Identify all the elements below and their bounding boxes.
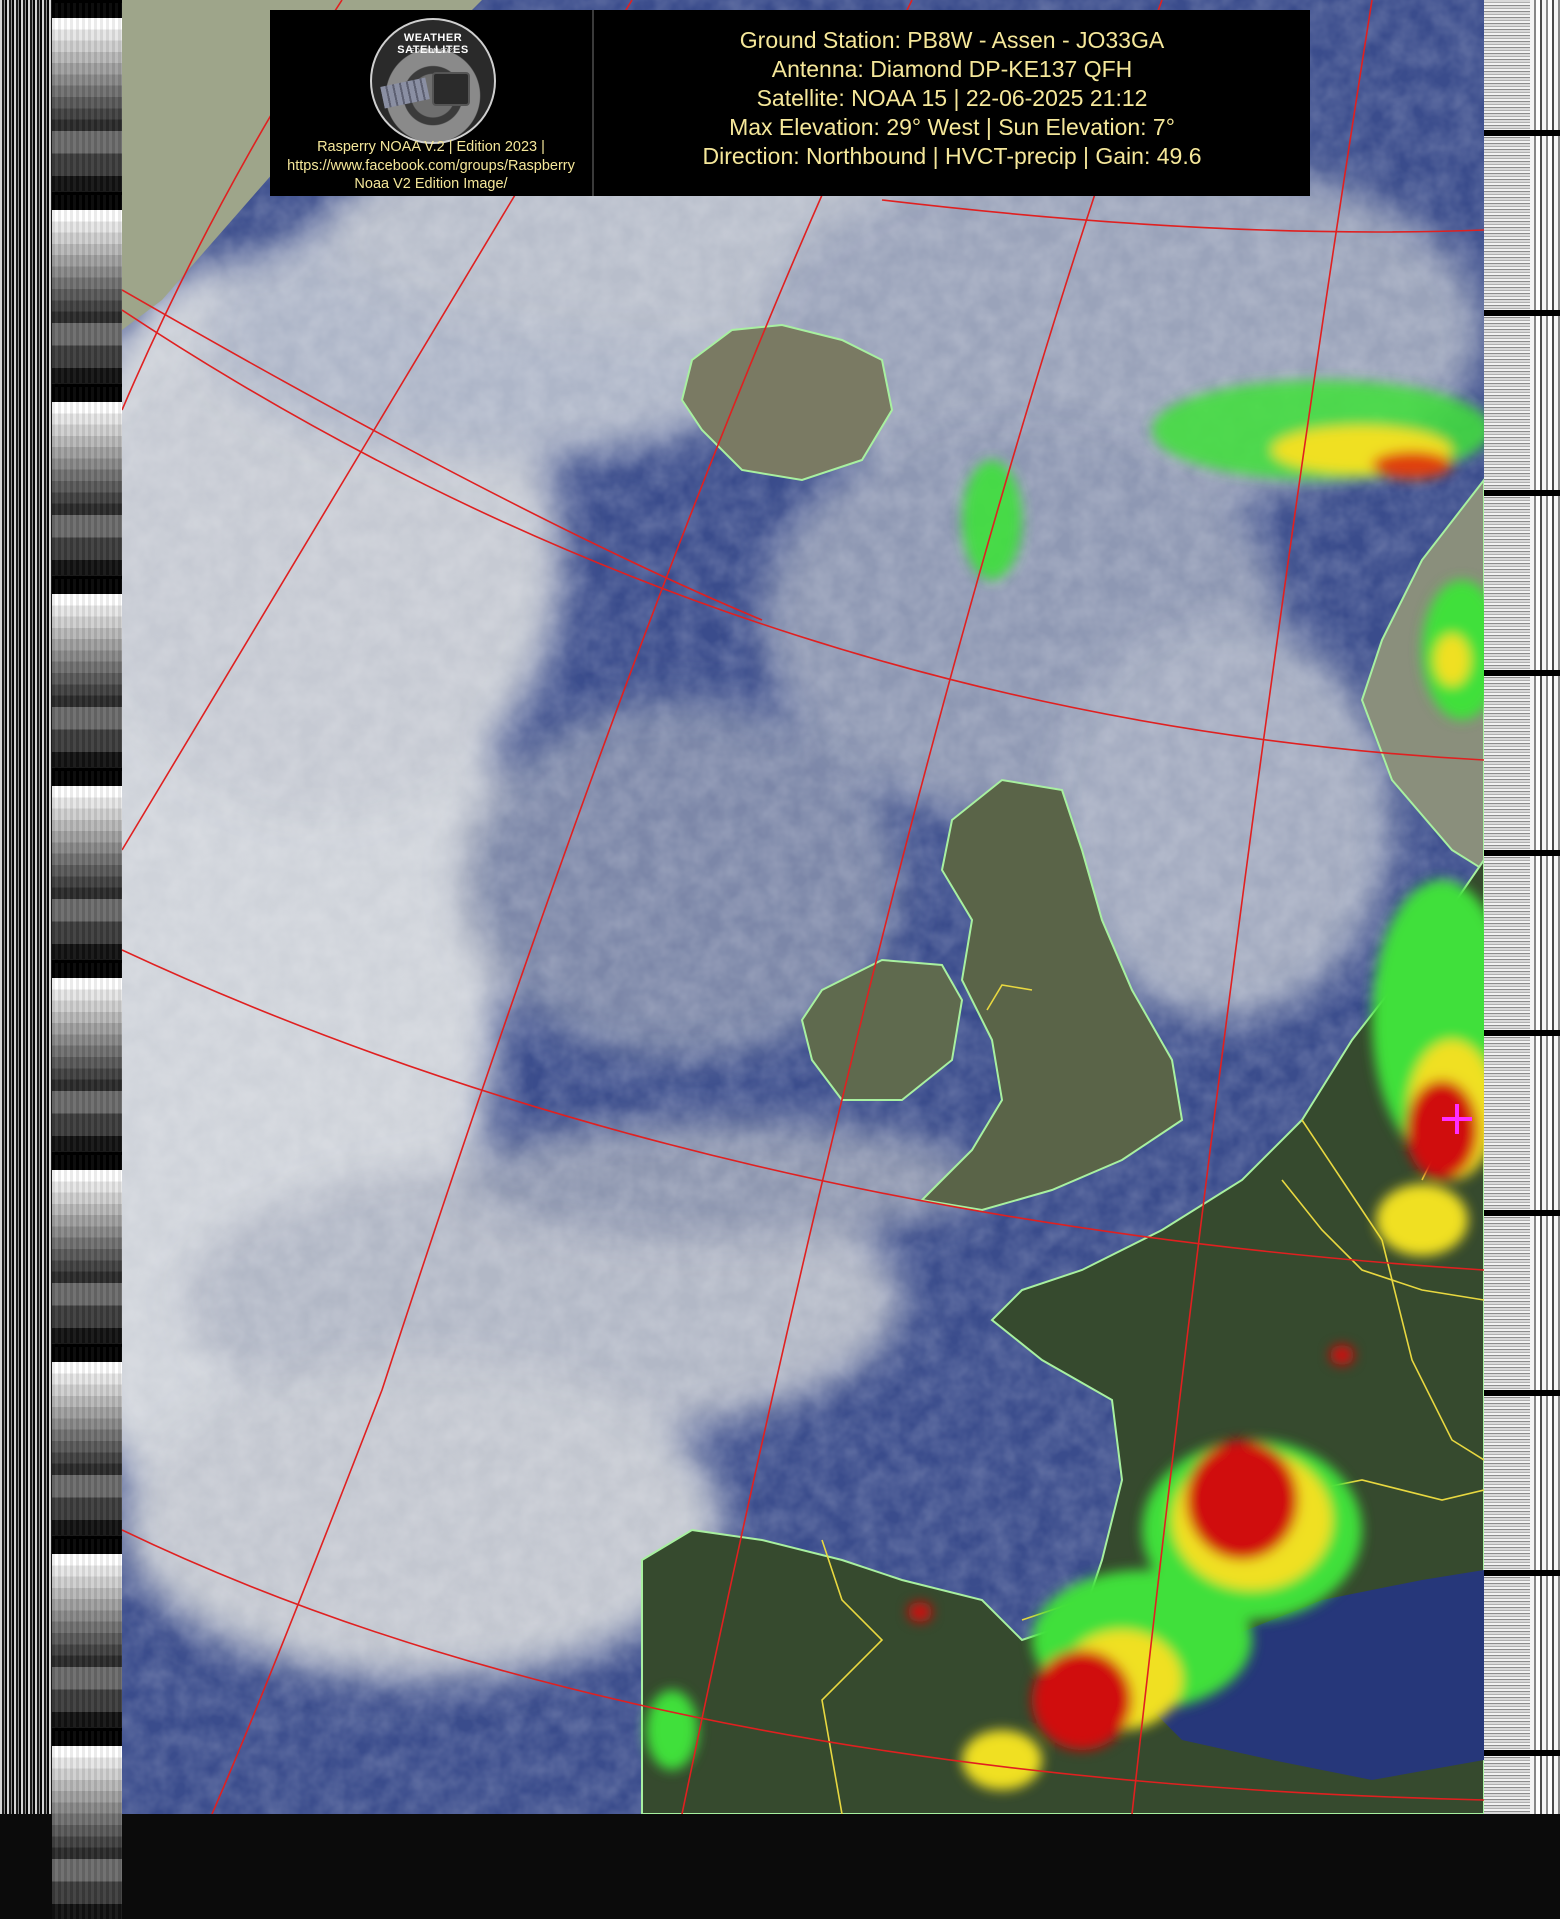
telemetry-marker <box>1484 490 1560 496</box>
solar-panel-icon <box>380 77 430 109</box>
telemetry-wedges-left <box>52 0 122 1919</box>
telemetry-marker <box>1484 1390 1560 1396</box>
telemetry-wedge <box>52 0 122 191</box>
satellite-image <box>122 0 1484 1814</box>
telemetry-wedge <box>52 1728 122 1919</box>
telemetry-marker <box>1484 1030 1560 1036</box>
telemetry-wedge <box>52 192 122 383</box>
telemetry-marker <box>1484 850 1560 856</box>
telemetry-wedge <box>52 1536 122 1727</box>
telemetry-marker <box>1484 1750 1560 1756</box>
elevation-line: Max Elevation: 29° West | Sun Elevation:… <box>729 114 1175 140</box>
caption-line: Noaa V2 Edition Image/ <box>354 176 508 192</box>
pass-info-header: WEATHER SATELLITES EDITION 2023 Rasperry… <box>270 10 1310 196</box>
telemetry-noise <box>1484 0 1530 1814</box>
ground-station-line: Ground Station: PB8W - Assen - JO33GA <box>739 27 1165 53</box>
station-info: Ground Station: PB8W - Assen - JO33GA An… <box>594 26 1310 171</box>
telemetry-marker <box>1484 130 1560 136</box>
caption-line: Rasperry NOAA V.2 | Edition 2023 | <box>317 139 545 155</box>
sync-bars-right <box>1530 0 1560 1814</box>
satellite-line: Satellite: NOAA 15 | 22-06-2025 21:12 <box>756 85 1148 111</box>
antenna-line: Antenna: Diamond DP-KE137 QFH <box>771 56 1133 82</box>
telemetry-marker <box>1484 670 1560 676</box>
weather-satellites-badge-icon: WEATHER SATELLITES EDITION 2023 <box>370 18 496 144</box>
telemetry-wedge <box>52 768 122 959</box>
telemetry-wedge <box>52 384 122 575</box>
telemetry-marker <box>1484 1210 1560 1216</box>
telemetry-wedge <box>52 960 122 1151</box>
direction-line: Direction: Northbound | HVCT-precip | Ga… <box>702 143 1202 169</box>
telemetry-wedge <box>52 1344 122 1535</box>
telemetry-wedge <box>52 1152 122 1343</box>
sync-strip-left <box>0 0 52 1814</box>
caption-link[interactable]: https://www.facebook.com/groups/Raspberr… <box>270 157 592 176</box>
logo-caption: Rasperry NOAA V.2 | Edition 2023 | https… <box>270 138 592 194</box>
telemetry-marker <box>1484 310 1560 316</box>
station-location-cross-icon <box>1442 1104 1472 1134</box>
satellite-map-svg <box>122 0 1484 1814</box>
logo-panel: WEATHER SATELLITES EDITION 2023 Rasperry… <box>270 10 594 196</box>
satellite-body-icon <box>432 72 470 106</box>
telemetry-strip-right <box>1484 0 1560 1814</box>
telemetry-wedge <box>52 576 122 767</box>
badge-edition: EDITION 2023 <box>410 48 456 55</box>
telemetry-marker <box>1484 1570 1560 1576</box>
